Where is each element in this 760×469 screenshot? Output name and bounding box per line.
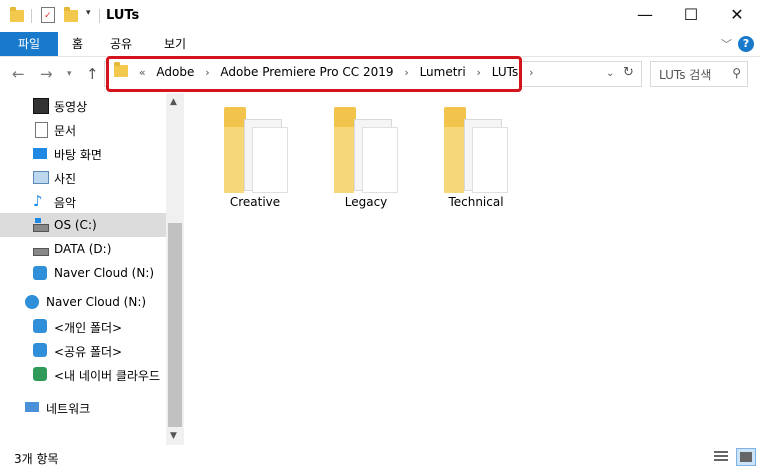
sidebar-item-pictures[interactable]: 사진 — [0, 165, 166, 189]
close-button[interactable]: ✕ — [714, 0, 760, 30]
minimize-button[interactable]: — — [622, 0, 668, 30]
breadcrumb-item[interactable]: Adobe Premiere Pro CC 2019 — [220, 65, 393, 79]
title-bar: ✓ ▾ LUTs — ☐ ✕ — [0, 0, 760, 32]
folder-icon[interactable] — [334, 107, 400, 193]
sidebar-item-label: 사진 — [54, 172, 77, 186]
breadcrumb-item[interactable]: LUTs — [492, 65, 518, 79]
address-dropdown-icon[interactable]: ⌄ — [606, 68, 614, 79]
item-count: 3개 항목 — [14, 452, 59, 466]
recent-locations-icon[interactable]: ▾ — [67, 69, 72, 79]
sidebar-item-network[interactable]: 네트워크 — [0, 395, 166, 419]
tab-home[interactable]: 홈 — [60, 32, 95, 56]
folder-name[interactable]: Legacy — [316, 195, 416, 209]
navigation-pane: 동영상 문서 바탕 화면 사진 ♪ 음악 OS (C:) DATA (D:) N… — [0, 93, 184, 445]
music-icon: ♪ — [33, 192, 43, 210]
breadcrumb-overflow[interactable]: « — [139, 66, 146, 79]
sidebar-item-label: Naver Cloud (N:) — [54, 266, 155, 280]
ribbon-expand-icon[interactable]: ﹀ — [721, 36, 732, 52]
scroll-down-icon[interactable]: ▼ — [170, 431, 177, 441]
drive-icon — [33, 224, 49, 232]
divider — [31, 9, 32, 23]
sidebar-item-music[interactable]: ♪ 음악 — [0, 189, 166, 213]
cloud-drive-icon — [33, 266, 47, 280]
breadcrumb-item[interactable]: Adobe — [156, 65, 194, 79]
sidebar-item-label: DATA (D:) — [54, 242, 112, 256]
sidebar-item-label: 문서 — [54, 124, 77, 138]
drive-icon — [33, 248, 49, 256]
search-icon[interactable]: ⚲ — [732, 66, 741, 80]
sidebar-item-drive-d[interactable]: DATA (D:) — [0, 237, 166, 261]
sidebar-item-label: OS (C:) — [54, 218, 97, 232]
cloud-folder-icon — [33, 343, 47, 357]
folder-icon[interactable] — [444, 107, 510, 193]
search-box[interactable]: LUTs 검색 ⚲ — [650, 61, 748, 87]
cloud-folder-icon — [33, 367, 47, 381]
sidebar-item-shared-folder[interactable]: <공유 폴더> — [0, 338, 166, 362]
sidebar-item-naver-cloud-drive[interactable]: Naver Cloud (N:) — [0, 261, 166, 285]
chevron-right-icon[interactable]: › — [404, 66, 408, 79]
divider — [99, 9, 100, 23]
sidebar-item-label: <내 네이버 클라우드 — [54, 369, 161, 383]
back-arrow-icon[interactable]: ← — [12, 65, 25, 83]
tab-view[interactable]: 보기 — [152, 32, 198, 56]
large-icons-view-icon[interactable] — [736, 448, 756, 466]
sidebar-item-label: 바탕 화면 — [54, 148, 102, 162]
sidebar-item-label: Naver Cloud (N:) — [46, 295, 147, 309]
windows-logo-icon — [35, 218, 41, 223]
status-bar: 3개 항목 — [0, 445, 760, 469]
video-icon — [33, 98, 49, 114]
sidebar-item-personal-folder[interactable]: <개인 폴더> — [0, 314, 166, 338]
document-icon — [35, 122, 48, 138]
sidebar-item-drive-c[interactable]: OS (C:) — [0, 213, 166, 237]
sidebar-item-videos[interactable]: 동영상 — [0, 93, 166, 117]
forward-arrow-icon[interactable]: → — [40, 65, 53, 83]
sidebar-item-my-naver-cloud[interactable]: <내 네이버 클라우드 — [0, 362, 166, 386]
chevron-right-icon[interactable]: › — [529, 66, 533, 79]
breadcrumb-item[interactable]: Lumetri — [420, 65, 466, 79]
folder-name[interactable]: Creative — [205, 195, 305, 209]
ribbon: 파일 홈 공유 보기 ﹀ ? — [0, 32, 760, 57]
scroll-up-icon[interactable]: ▲ — [170, 97, 177, 107]
sidebar-item-label: <공유 폴더> — [54, 345, 123, 359]
search-input[interactable]: LUTs 검색 — [659, 66, 711, 83]
tab-share[interactable]: 공유 — [98, 32, 144, 56]
up-arrow-icon[interactable]: ↑ — [86, 65, 99, 83]
folder-icon — [114, 62, 128, 77]
sidebar-item-documents[interactable]: 문서 — [0, 117, 166, 141]
scrollbar-thumb[interactable] — [168, 223, 182, 427]
tab-file[interactable]: 파일 — [0, 32, 58, 56]
chevron-right-icon[interactable]: › — [205, 66, 209, 79]
help-button[interactable]: ? — [738, 36, 754, 52]
customize-toolbar-icon[interactable]: ▾ — [86, 8, 91, 18]
network-icon — [25, 402, 39, 412]
picture-icon — [33, 171, 49, 184]
desktop-icon — [33, 148, 47, 159]
sidebar-item-naver-cloud[interactable]: Naver Cloud (N:) — [0, 290, 166, 314]
sidebar-scrollbar[interactable]: ▲ ▼ — [166, 93, 184, 445]
sidebar-item-label: <개인 폴더> — [54, 321, 123, 335]
chevron-right-icon[interactable]: › — [477, 66, 481, 79]
window-title: LUTs — [106, 8, 140, 23]
properties-icon[interactable]: ✓ — [41, 7, 55, 23]
breadcrumb: « Adobe › Adobe Premiere Pro CC 2019 › L… — [114, 62, 540, 83]
folder-name[interactable]: Technical — [426, 195, 526, 209]
sidebar-item-label: 음악 — [54, 196, 77, 210]
refresh-icon[interactable]: ↻ — [623, 65, 634, 80]
details-view-icon[interactable] — [712, 448, 730, 464]
file-list: Creative Legacy Technical — [184, 93, 760, 445]
cloud-folder-icon — [33, 319, 47, 333]
sidebar-item-label: 동영상 — [54, 100, 88, 114]
sidebar-item-desktop[interactable]: 바탕 화면 — [0, 141, 166, 165]
sidebar-item-label: 네트워크 — [46, 402, 91, 416]
folder-icon[interactable] — [224, 107, 290, 193]
cloud-icon — [25, 295, 39, 309]
maximize-button[interactable]: ☐ — [668, 0, 714, 30]
